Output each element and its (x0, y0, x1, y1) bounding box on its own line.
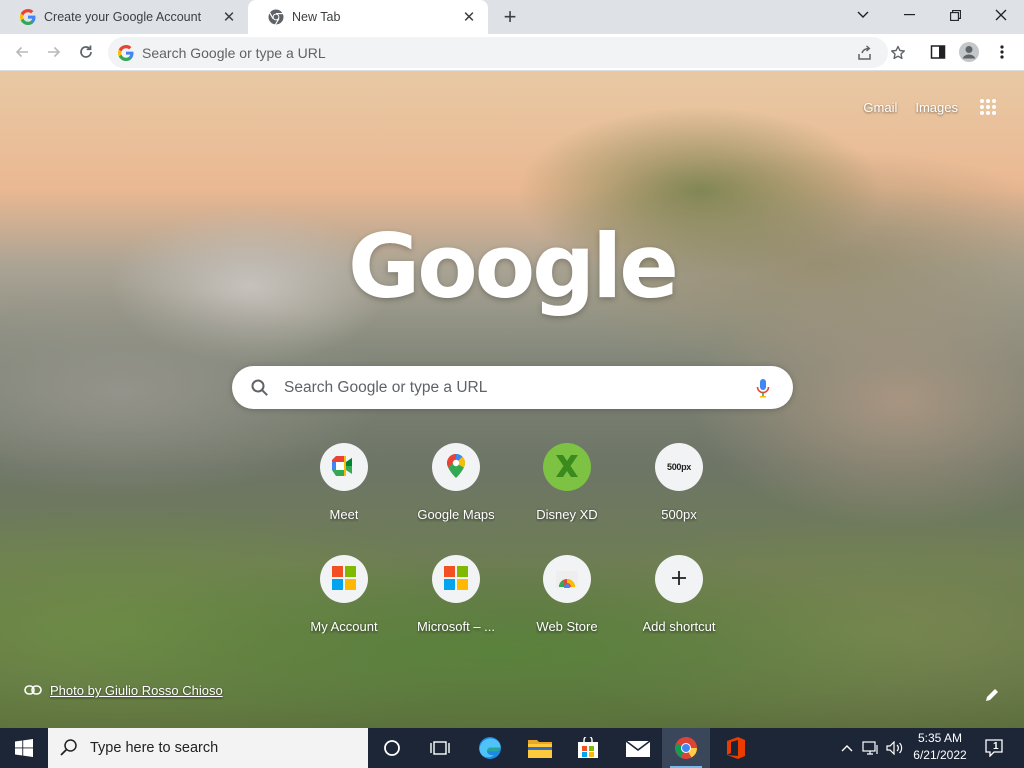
shortcut-tile (432, 443, 480, 491)
side-panel-icon[interactable] (924, 38, 952, 66)
shortcut-tile (655, 555, 703, 603)
shortcut-my-account[interactable]: My Account (288, 539, 400, 651)
shortcut-google-maps[interactable]: Google Maps (400, 427, 512, 539)
gmail-link[interactable]: Gmail (863, 100, 897, 115)
notification-center-icon[interactable]: 1 (980, 728, 1010, 768)
google-g-icon (20, 9, 36, 25)
windows-taskbar: Type here to search 5:35 AM 6/21/2022 1 (0, 728, 1024, 768)
file-explorer-icon[interactable] (516, 728, 564, 768)
new-tab-page: Gmail Images Google Search Google or typ… (0, 71, 1024, 728)
shortcut-web-store[interactable]: Web Store (511, 539, 623, 651)
shortcut-tile (543, 443, 591, 491)
show-hidden-icons-chevron-icon[interactable] (838, 728, 856, 768)
cortana-icon[interactable] (368, 728, 416, 768)
shortcut-label: Add shortcut (642, 619, 716, 634)
task-view-icon[interactable] (416, 728, 464, 768)
chrome-icon (268, 9, 284, 25)
chrome-taskbar-icon[interactable] (662, 728, 710, 768)
top-links: Gmail Images (863, 95, 1000, 119)
google-g-icon (118, 44, 134, 61)
clock-date: 6/21/2022 (913, 748, 967, 762)
meet-icon (332, 455, 356, 479)
photo-attribution-link[interactable]: Photo by Giulio Rosso Chioso (24, 683, 223, 698)
tab-create-google-account[interactable]: Create your Google Account ✕ (0, 0, 248, 34)
attribution-text: Photo by Giulio Rosso Chioso (50, 683, 223, 698)
profile-avatar-icon[interactable] (955, 38, 983, 66)
address-bar[interactable]: Search Google or type a URL (108, 37, 905, 68)
images-link[interactable]: Images (915, 100, 958, 115)
minimize-button[interactable] (886, 0, 932, 30)
mail-icon[interactable] (614, 728, 662, 768)
address-bar-placeholder: Search Google or type a URL (142, 44, 326, 61)
back-button[interactable] (8, 38, 36, 66)
microsoft-store-icon[interactable] (564, 728, 612, 768)
close-tab-icon[interactable]: ✕ (460, 8, 478, 26)
office-icon[interactable] (712, 728, 760, 768)
shortcut-add[interactable]: Add shortcut (623, 539, 735, 651)
google-logo: Google (348, 215, 679, 318)
shortcut-label: Google Maps (417, 507, 495, 522)
tab-title: Create your Google Account (44, 10, 202, 24)
tab-strip: Create your Google Account ✕ New Tab ✕ + (0, 0, 1024, 34)
plus-icon (672, 570, 686, 588)
shortcut-label: Disney XD (536, 507, 598, 522)
forward-button[interactable] (40, 38, 68, 66)
taskbar-search-box[interactable]: Type here to search (48, 728, 368, 768)
shortcut-label: 500px (661, 507, 697, 522)
500px-icon: 500px (666, 462, 692, 472)
maps-pin-icon (447, 453, 465, 481)
tab-search-chevron-icon[interactable] (840, 0, 886, 30)
search-icon (60, 738, 78, 759)
shortcut-tile (543, 555, 591, 603)
voice-search-mic-icon[interactable] (751, 376, 775, 400)
network-icon[interactable] (860, 728, 882, 768)
reload-button[interactable] (72, 38, 100, 66)
microsoft-logo-icon (444, 565, 468, 593)
link-icon (24, 683, 42, 698)
taskbar-clock[interactable]: 5:35 AM 6/21/2022 (906, 730, 974, 764)
search-icon (250, 378, 270, 398)
shortcut-label: Web Store (536, 619, 598, 634)
microsoft-logo-icon (332, 565, 356, 593)
ntp-search-placeholder: Search Google or type a URL (284, 378, 488, 396)
bookmark-star-icon[interactable] (884, 37, 912, 68)
web-store-icon (556, 568, 578, 591)
apps-grid-icon[interactable] (976, 95, 1000, 119)
shortcut-label: Meet (329, 507, 359, 522)
menu-kebab-icon[interactable] (988, 38, 1016, 66)
browser-toolbar: Search Google or type a URL (0, 34, 1024, 71)
shortcut-microsoft[interactable]: Microsoft – ... (400, 539, 512, 651)
ntp-search-box[interactable]: Search Google or type a URL (232, 366, 793, 409)
shortcut-tile (432, 555, 480, 603)
close-window-button[interactable] (978, 0, 1024, 30)
shortcut-500px[interactable]: 500px 500px (623, 427, 735, 539)
new-tab-button[interactable]: + (498, 4, 522, 29)
start-button[interactable] (0, 728, 48, 768)
shortcut-label: Microsoft – ... (416, 619, 496, 634)
clock-time: 5:35 AM (917, 731, 963, 745)
disney-xd-icon (553, 452, 581, 483)
shortcut-meet[interactable]: Meet (288, 427, 400, 539)
edge-icon[interactable] (466, 728, 514, 768)
share-icon[interactable] (851, 37, 879, 68)
customize-pencil-icon[interactable] (982, 685, 1002, 705)
close-tab-icon[interactable]: ✕ (220, 8, 238, 26)
shortcut-tile (320, 555, 368, 603)
volume-icon[interactable] (884, 728, 906, 768)
shortcut-label: My Account (310, 619, 378, 634)
shortcut-tile (320, 443, 368, 491)
shortcut-disney-xd[interactable]: Disney XD (511, 427, 623, 539)
notification-count-badge: 1 (993, 741, 999, 752)
tab-new-tab[interactable]: New Tab ✕ (248, 0, 488, 34)
taskbar-search-placeholder: Type here to search (90, 740, 219, 756)
tab-title: New Tab (292, 10, 341, 24)
restore-button[interactable] (932, 0, 978, 30)
shortcut-tile: 500px (655, 443, 703, 491)
